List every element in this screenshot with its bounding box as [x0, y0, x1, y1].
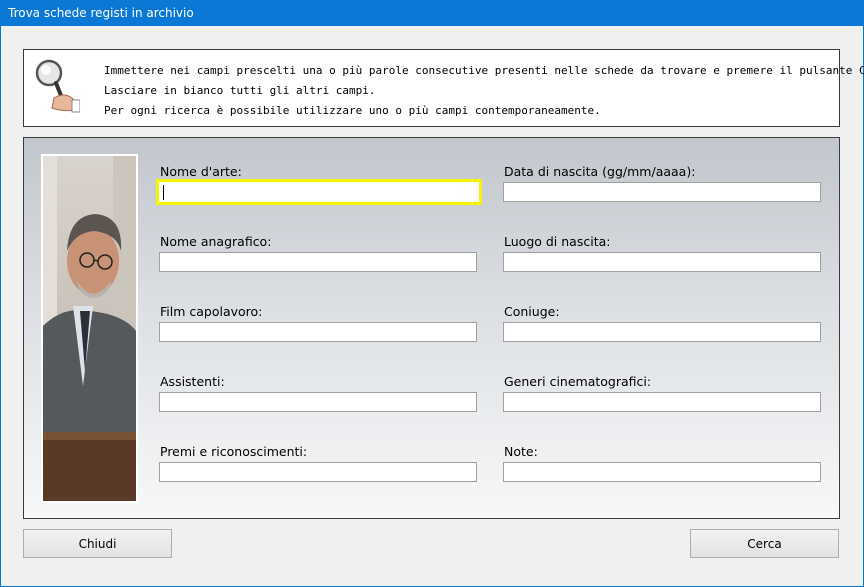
director-portrait — [41, 154, 138, 503]
label-premi: Premi e riconoscimenti: — [160, 444, 308, 459]
premi-input[interactable] — [159, 462, 477, 482]
label-luogo-nascita: Luogo di nascita: — [504, 234, 611, 249]
info-text: Immettere nei campi prescelti una o più … — [104, 61, 864, 121]
label-note: Note: — [504, 444, 538, 459]
window-title: Trova schede registi in archivio — [8, 6, 194, 20]
search-button[interactable]: Cerca — [690, 529, 839, 558]
note-input[interactable] — [503, 462, 821, 482]
magnifier-icon — [35, 59, 80, 113]
info-line: Immettere nei campi prescelti una o più … — [104, 64, 864, 77]
assistenti-input[interactable] — [159, 392, 477, 412]
label-film-capolavoro: Film capolavoro: — [160, 304, 263, 319]
coniuge-input[interactable] — [503, 322, 821, 342]
title-bar: Trova schede registi in archivio — [0, 0, 864, 26]
label-assistenti: Assistenti: — [160, 374, 225, 389]
nome-anagrafico-input[interactable] — [159, 252, 477, 272]
search-form-panel: Nome d'arte: Data di nascita (gg/mm/aaaa… — [23, 137, 840, 519]
data-nascita-input[interactable] — [503, 182, 821, 202]
close-button[interactable]: Chiudi — [23, 529, 172, 558]
film-capolavoro-input[interactable] — [159, 322, 477, 342]
nome-arte-input[interactable] — [156, 179, 482, 205]
label-nome-anagrafico: Nome anagrafico: — [160, 234, 272, 249]
text-caret — [163, 185, 164, 200]
luogo-nascita-input[interactable] — [503, 252, 821, 272]
label-coniuge: Coniuge: — [504, 304, 560, 319]
info-box: Immettere nei campi prescelti una o più … — [23, 49, 864, 127]
info-line: Per ogni ricerca è possibile utilizzare … — [104, 104, 601, 117]
label-data-nascita: Data di nascita (gg/mm/aaaa): — [504, 164, 696, 179]
label-nome-arte: Nome d'arte: — [160, 164, 242, 179]
info-line: Lasciare in bianco tutti gli altri campi… — [104, 84, 376, 97]
portrait-image — [43, 156, 136, 501]
label-generi: Generi cinematografici: — [504, 374, 652, 389]
generi-input[interactable] — [503, 392, 821, 412]
